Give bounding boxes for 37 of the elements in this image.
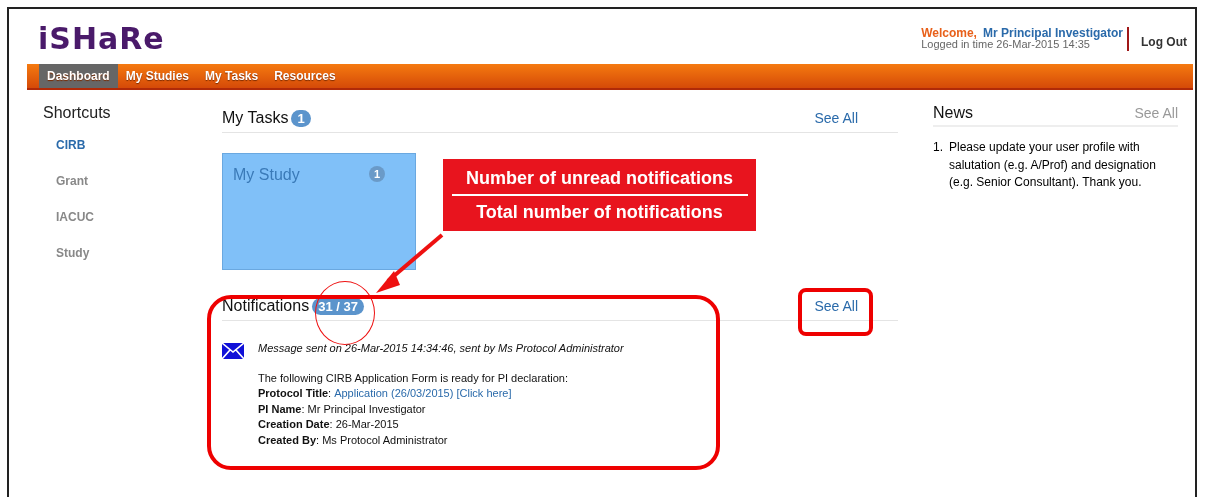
sidebar-item[interactable]: CIRB [56,138,189,174]
callout-text: Total number of notifications [476,201,723,224]
callout-text: Number of unread notifications [466,167,733,190]
nav-tab[interactable]: Resources [266,64,344,88]
protocol-link[interactable]: Application (26/03/2015) [Click here] [334,387,512,399]
tile-label: My Study [233,166,300,184]
sidebar-title: Shortcuts [43,104,112,122]
section-title: News [933,104,973,122]
count-badge: 1 [291,109,311,127]
sidebar-item[interactable]: IACUC [56,210,189,246]
count-badge: 1 [368,166,385,182]
message-text: The following CIRB Application Form is ready for PI declaration: [258,370,569,386]
logo: iSHaRe [38,23,165,55]
field-text: PI Name: Mr Principal Investigator [258,402,426,415]
see-all-link[interactable]: See All [1134,105,1178,121]
sidebar-item[interactable]: Study [56,246,189,282]
study-tile[interactable]: My Study 1 [222,153,416,270]
section-title: My Tasks [222,109,289,127]
nav-tab[interactable]: Dashboard [39,64,118,88]
field-text: Creation Date: 26-Mar-2015 [258,418,399,430]
field-label: Protocol Title: [258,387,332,399]
nav-tab[interactable]: My Tasks [197,64,267,88]
field-text: Created By: Ms Protocol Administrator [258,433,448,446]
arrow [374,233,444,295]
sidebar-item[interactable]: Grant [56,174,189,210]
list-number: 1. [933,139,944,156]
login-time: Logged in time 26-Mar-2015 14:35 [921,39,1090,50]
see-all-link[interactable]: See All [814,298,858,314]
welcome-text: Welcome, [921,26,977,40]
envelope-icon [222,343,244,359]
nav-tab[interactable]: My Studies [117,64,198,88]
news-text: Please update your user profile with salutation (e.g. A/Prof) and designation (e.g. Senior Consultant). Thank you. [949,139,1157,191]
see-all-link[interactable]: See All [814,110,858,126]
section-title: Notifications [222,297,310,315]
user-name: Mr Principal Investigator [982,26,1123,40]
message-meta: Message sent on 26-Mar-2015 14:34:46, sent by Ms Protocol Administrator [258,341,624,356]
logout-link[interactable]: Log Out [1141,35,1187,49]
